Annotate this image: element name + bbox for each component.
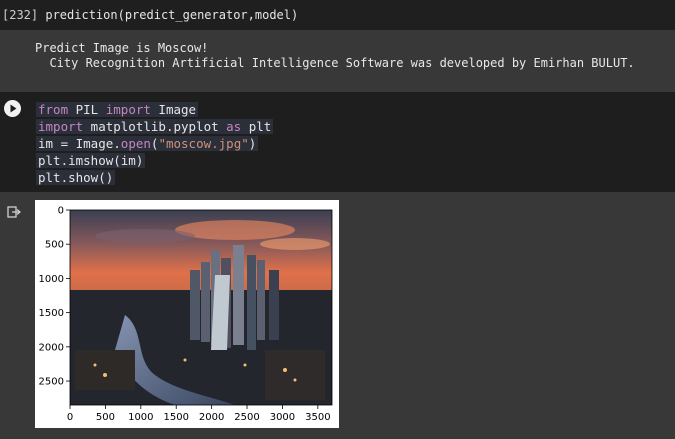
code-token: plt.show(): [38, 170, 114, 185]
moscow-photo: [70, 210, 332, 405]
x-tick-label: 1500: [163, 412, 188, 423]
code-token: plt.imshow(im): [38, 153, 144, 168]
code-token: PIL: [68, 102, 106, 117]
output-line-2: City Recognition Artificial Intelligence…: [35, 56, 635, 70]
code-cell-1[interactable]: [232] prediction(predict_generator,model…: [0, 0, 675, 30]
x-tick-label: 3500: [305, 412, 330, 423]
code-line: im = Image.open("moscow.jpg"): [36, 136, 259, 151]
matplotlib-figure: 0 500 1000 1500 2000 2500 0 500 1000 1500 2000 250…: [35, 200, 339, 428]
code-token: "moscow.jpg": [158, 136, 249, 151]
play-icon: [10, 104, 17, 113]
output-line-1: Predict Image is Moscow!: [35, 41, 209, 55]
x-tick-label: 2000: [199, 412, 224, 423]
code-token: Image: [150, 102, 197, 117]
prompt-label: [232]: [2, 8, 39, 22]
code-token: open: [120, 136, 151, 151]
code-token: im = Image.: [38, 136, 121, 151]
x-tick-label: 0: [67, 412, 73, 423]
code-line: plt.imshow(im): [36, 153, 146, 168]
code-line: plt.show(): [36, 170, 116, 185]
code-token: from: [38, 102, 69, 117]
run-cell-button[interactable]: [4, 100, 21, 117]
output-arrow-icon[interactable]: [7, 205, 21, 219]
y-tick-label: 1000: [39, 274, 64, 285]
x-tick-label: 1000: [128, 412, 153, 423]
y-axis: 0 500 1000 1500 2000 2500: [39, 206, 70, 388]
x-axis: 0 500 1000 1500 2000 2500 3000 3500: [67, 405, 331, 423]
code-token: import: [105, 102, 151, 117]
output-area-1: Predict Image is Moscow! City Recognitio…: [0, 30, 675, 92]
x-tick-label: 3000: [270, 412, 295, 423]
code-line: import matplotlib.pyplot as plt: [36, 119, 274, 134]
y-tick-label: 0: [58, 206, 64, 217]
x-tick-label: 500: [96, 412, 115, 423]
code-token: matplotlib.pyplot: [83, 119, 227, 134]
plot-svg: 0 500 1000 1500 2000 2500 0 500 1000 1500 2000 250…: [39, 206, 333, 423]
y-tick-label: 1500: [39, 308, 64, 319]
y-tick-label: 500: [45, 240, 64, 251]
y-tick-label: 2000: [39, 342, 64, 353]
code-token: plt: [241, 119, 272, 134]
y-tick-label: 2500: [39, 377, 64, 388]
code-text: prediction(predict_generator,model): [45, 8, 299, 22]
code-line: from PIL import Image: [36, 102, 199, 117]
code-token: as: [226, 119, 242, 134]
x-tick-label: 2500: [234, 412, 259, 423]
execution-count-prompt: [232] prediction(predict_generator,model…: [2, 8, 298, 22]
code-token: ): [248, 136, 257, 151]
code-token: import: [38, 119, 84, 134]
